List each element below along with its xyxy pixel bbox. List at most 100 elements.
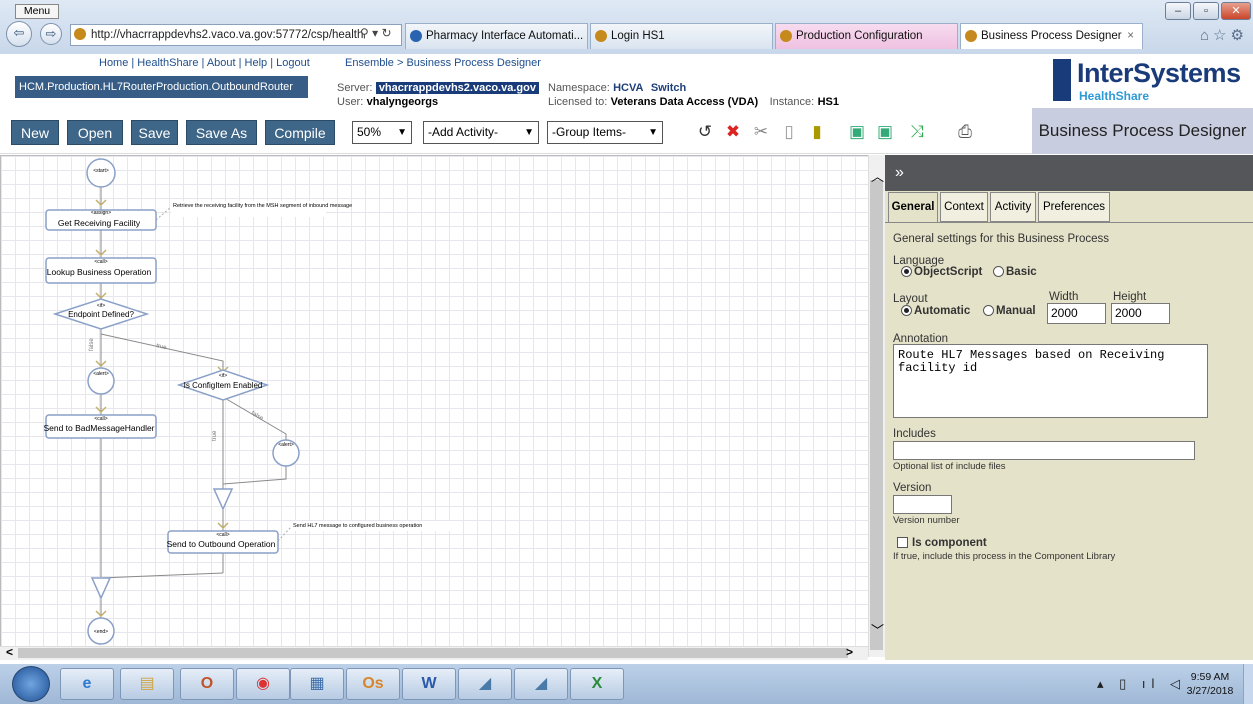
address-text: http://vhacrrappdevhs2.vaco.va.gov:57772… [91,29,364,41]
scroll-up-icon[interactable]: ︿ [871,166,884,185]
lang-basic-radio[interactable]: Basic [993,266,1037,278]
new-button[interactable]: New [11,120,59,145]
start-button-icon[interactable] [12,666,50,702]
remote-taskbar-icon[interactable]: ▦ [290,668,344,700]
explorer-taskbar-icon[interactable]: ▤ [120,668,174,700]
minimize-button[interactable]: – [1165,2,1191,20]
true-label: true [212,430,218,441]
join-node[interactable] [212,488,234,511]
assign-tag: <assign> [91,210,111,216]
undo-icon[interactable]: ↺ [695,122,715,142]
save-button[interactable]: Save [131,120,178,145]
excel-taskbar-icon[interactable]: X [570,668,624,700]
general-title: General settings for this Business Proce… [893,233,1110,245]
compile-button[interactable]: Compile [265,120,335,145]
version-help: Version number [893,515,960,526]
width-input[interactable]: 2000 [1047,303,1106,324]
header-links[interactable]: Home | HealthShare | About | Help | Logo… [99,57,310,69]
address-bar[interactable]: http://vhacrrappdevhs2.vaco.va.gov:57772… [70,24,402,46]
tab-general[interactable]: General [888,192,938,222]
paste-icon[interactable]: ▮ [807,122,827,142]
version-input[interactable] [893,495,952,514]
true-label: true [156,343,168,351]
chevron-down-icon: ▼ [397,127,407,138]
includes-help: Optional list of include files [893,461,1006,472]
maximize-button[interactable]: ▫ [1193,2,1219,20]
chevron-down-icon: ▼ [648,127,658,138]
ungroup-icon[interactable]: ▣ [875,122,895,142]
outlook-taskbar-icon[interactable]: Os [346,668,400,700]
diagram-canvas[interactable]: <start> <assign> Get Receiving Facility … [0,155,885,657]
license-info: Licensed to: Veterans Data Access (VDA) … [548,96,839,108]
scroll-down-icon[interactable]: ﹀ [871,620,884,639]
alert-tag: <alert> [278,442,294,448]
app-taskbar-icon[interactable]: ◢ [458,668,512,700]
switch-link[interactable]: Switch [651,82,686,94]
tray-time: 9:59 AM [1190,671,1230,683]
server-value: vhacrrappdevhs2.vaco.va.gov [375,82,539,94]
delete-icon[interactable]: ✖ [723,122,743,142]
tab-production-configuration[interactable]: Production Configuration [775,23,958,49]
namespace-info: Namespace: HCVA Switch [548,82,687,94]
forward-icon[interactable]: ⇨ [40,23,62,45]
word-taskbar-icon[interactable]: W [402,668,456,700]
tab-login[interactable]: Login HS1 [590,23,773,49]
group-items-select[interactable]: -Group Items- ▼ [547,121,663,144]
get-receiving-note: Retrieve the receiving facility from the… [173,203,352,209]
layout-automatic-radio[interactable]: Automatic [901,305,970,317]
ie-taskbar-icon[interactable]: e [60,668,114,700]
chevron-down-icon: ▼ [524,127,534,138]
add-activity-select[interactable]: -Add Activity- ▼ [423,121,539,144]
tab-activity[interactable]: Activity [990,192,1036,222]
scroll-left-icon[interactable]: < [6,645,13,659]
back-icon[interactable]: ⇦ [6,21,32,47]
layout-manual-radio[interactable]: Manual [983,305,1036,317]
is-component-checkbox[interactable] [897,537,908,548]
tab-context[interactable]: Context [940,192,988,222]
chrome-taskbar-icon[interactable]: ◉ [236,668,290,700]
breadcrumb[interactable]: Ensemble > Business Process Designer [345,57,541,69]
annotation-textarea[interactable]: Route HL7 Messages based on Receiving fa… [893,344,1208,418]
bp-diagram: <start> <assign> Get Receiving Facility … [43,158,451,645]
get-receiving-label: Get Receiving Facility [58,218,141,228]
if-tag: <if> [219,373,227,379]
arrange-icon[interactable]: ⤨ [907,122,927,142]
search-icon[interactable]: ⚲ ▾ ↻ [360,26,392,40]
print-icon[interactable]: ⎙ [955,122,975,142]
radio-selected-icon [901,305,912,316]
app-taskbar-icon[interactable]: ◢ [514,668,568,700]
close-tab-icon[interactable]: × [1127,24,1134,48]
send-bad-label: Send to BadMessageHandler [43,423,154,433]
menu-button[interactable]: Menu [15,4,59,19]
tab-pharmacy[interactable]: Pharmacy Interface Automati... [405,23,588,49]
tab-business-process-designer[interactable]: Business Process Designer × [960,23,1143,49]
radio-icon [983,305,994,316]
cut-icon[interactable]: ✂ [751,122,771,142]
vertical-scroll-thumb[interactable] [870,180,883,650]
production-name[interactable]: HCM.Production.HL7RouterProduction.Outbo… [15,76,308,98]
width-label: Width [1049,291,1079,303]
collapse-panel-icon[interactable]: » [895,164,904,181]
page-title: Business Process Designer [1032,108,1253,154]
is-component-help: If true, include this process in the Com… [893,551,1116,562]
save-as-button[interactable]: Save As [186,120,257,145]
open-button[interactable]: Open [67,120,123,145]
send-outbound-label: Send to Outbound Operation [167,539,276,549]
height-input[interactable]: 2000 [1111,303,1170,324]
favicon-icon [595,30,607,42]
join-node[interactable] [90,577,112,600]
group-icon[interactable]: ▣ [847,122,867,142]
panel-header: » [885,155,1253,191]
tab-preferences[interactable]: Preferences [1038,192,1110,222]
copy-icon[interactable]: ▯ [779,122,799,142]
lang-objectscript-radio[interactable]: ObjectScript [901,266,982,278]
horizontal-scroll-thumb[interactable] [18,648,848,658]
scroll-right-icon[interactable]: > [846,645,853,659]
tray-icons[interactable]: ▴ ▯ ıl ◁ [1097,676,1186,692]
includes-input[interactable] [893,441,1195,460]
office-taskbar-icon[interactable]: O [180,668,234,700]
home-star-gear-icon[interactable]: ⌂☆⚙ [1200,26,1248,44]
close-window-button[interactable]: ✕ [1221,2,1251,20]
show-desktop-button[interactable] [1243,664,1253,704]
zoom-select[interactable]: 50% ▼ [352,121,412,144]
